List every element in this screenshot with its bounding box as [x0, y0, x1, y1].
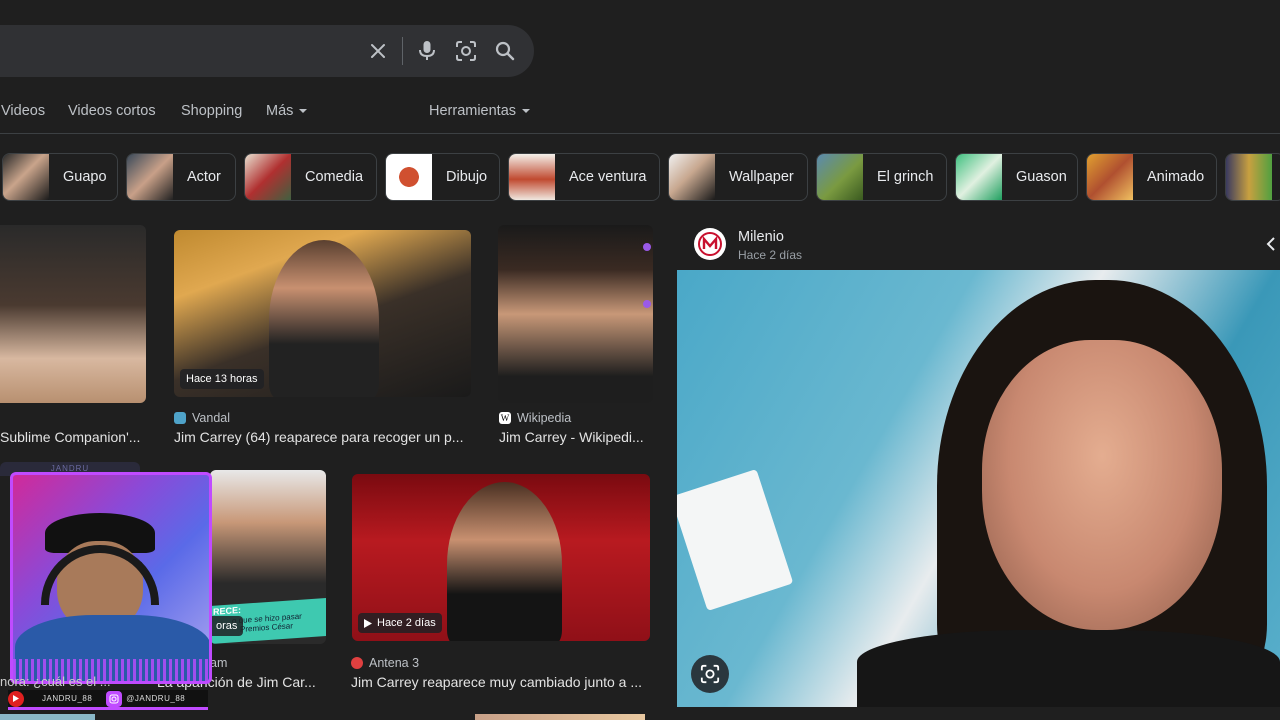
result-title[interactable]: Sublime Companion'... [0, 429, 150, 445]
chip-thumbnail [1226, 154, 1272, 200]
search-icon[interactable] [493, 39, 517, 63]
time-badge: Hace 13 horas [180, 369, 264, 389]
webcam-overlay: JANDRU nora: ¿cuál es el ... JANDRU_88 @… [0, 462, 215, 720]
chip-thumbnail [3, 154, 49, 200]
time-badge: Hace 2 días [358, 613, 442, 633]
chip-ace-ventura[interactable]: Ace ventura [508, 153, 660, 201]
time-badge: oras [210, 616, 244, 636]
chip-label: Animado [1147, 169, 1205, 185]
result-title[interactable]: Jim Carrey (64) reaparece para recoger u… [174, 429, 474, 445]
chip-thumbnail [956, 154, 1002, 200]
chevron-left-icon[interactable] [1266, 236, 1276, 257]
result-title[interactable]: Jim Carrey - Wikipedi... [499, 429, 659, 445]
purple-light [643, 300, 651, 308]
webcam-frame [10, 472, 212, 684]
result-image[interactable] [0, 225, 146, 403]
source-name: Vandal [192, 411, 230, 425]
lens-search-button[interactable] [691, 655, 729, 693]
tab-short-videos[interactable]: Videos cortos [68, 103, 156, 119]
mic-icon[interactable] [415, 39, 439, 63]
nav-divider [0, 133, 1280, 134]
tools-label: Herramientas [429, 103, 517, 119]
social-bar: JANDRU_88 @JANDRU_88 [8, 690, 208, 710]
wikipedia-favicon: W [499, 412, 511, 424]
result-title[interactable]: Jim Carrey reaparece muy cambiado junto … [351, 674, 651, 690]
source-name: Antena 3 [369, 656, 420, 670]
result-source[interactable]: Antena 3 [351, 656, 419, 670]
chip-label: Dibujo [446, 169, 488, 185]
ticker-bar: nora: ¿cuál es el ... [0, 674, 156, 690]
lens-icon[interactable] [454, 39, 478, 63]
result-image[interactable]: Hace 2 días [352, 474, 650, 641]
chip-label: Actor [187, 169, 221, 185]
chip-dibujo[interactable]: Dibujo [385, 153, 500, 201]
person-silhouette [269, 240, 379, 397]
chevron-down-icon [299, 109, 308, 114]
headphones [41, 545, 159, 605]
tab-more[interactable]: Más [266, 103, 308, 119]
tab-videos[interactable]: Videos [1, 103, 45, 119]
badge-text: oras [216, 620, 238, 632]
milenio-logo [694, 228, 726, 260]
chip-actor[interactable]: Actor [126, 153, 236, 201]
chevron-down-icon [522, 109, 531, 114]
chip-thumbnail [386, 154, 432, 200]
chip-label: Wallpaper [729, 169, 794, 185]
person-silhouette [447, 482, 562, 641]
panel-source[interactable]: Milenio [738, 229, 784, 245]
jacket [857, 630, 1280, 707]
chip-thumbnail [1087, 154, 1133, 200]
chip-label: Comedia [305, 169, 364, 185]
chip-label: Ace ventura [569, 169, 647, 185]
badge-text: Hace 13 horas [186, 373, 258, 385]
chip-thumbnail [817, 154, 863, 200]
instagram-icon [106, 690, 123, 707]
chip-thumbnail [509, 154, 555, 200]
chip-thumbnail [127, 154, 173, 200]
play-icon [364, 618, 372, 628]
chip-wallpaper[interactable]: Wallpaper [668, 153, 808, 201]
lens-icon [700, 664, 720, 684]
chip-thumbnail [245, 154, 291, 200]
result-image[interactable] [498, 225, 653, 403]
tab-more-label: Más [266, 103, 294, 119]
youtube-handle: JANDRU_88 [42, 694, 93, 703]
chip-guason[interactable]: Guason [955, 153, 1078, 201]
chip-label: Guason [1016, 169, 1067, 185]
result-image[interactable]: Hace 13 horas [174, 230, 471, 397]
result-image[interactable]: RECE: o que se hizo pasar Premios César … [210, 470, 326, 644]
panel-time: Hace 2 días [738, 248, 803, 262]
result-source[interactable]: Vandal [174, 411, 230, 425]
related-chips: Guapo Actor Comedia Dibujo Ace ventura W… [0, 153, 1280, 201]
preview-panel: Milenio Hace 2 días [677, 222, 1280, 720]
chip-partial[interactable] [1225, 153, 1280, 201]
chip-guapo[interactable]: Guapo [2, 153, 118, 201]
search-bar[interactable] [0, 25, 534, 77]
ticker-text: nora: ¿cuál es el ... [0, 674, 111, 689]
source-name: Wikipedia [517, 411, 572, 425]
chip-label: Guapo [63, 169, 107, 185]
preview-image[interactable] [677, 270, 1280, 707]
antena3-favicon [351, 657, 363, 669]
purple-light [643, 243, 651, 251]
tools-button[interactable]: Herramientas [429, 103, 531, 119]
partial-thumbnail[interactable] [475, 714, 645, 720]
result-source[interactable]: W Wikipedia [499, 411, 571, 425]
badge-text: Hace 2 días [377, 617, 436, 629]
search-divider [402, 37, 403, 65]
backdrop-shape [677, 469, 794, 611]
chip-thumbnail [669, 154, 715, 200]
instagram-handle: @JANDRU_88 [126, 694, 186, 703]
close-icon[interactable] [366, 39, 390, 63]
youtube-icon [8, 690, 24, 707]
chip-animado[interactable]: Animado [1086, 153, 1217, 201]
vandal-favicon [174, 412, 186, 424]
face [982, 340, 1222, 630]
tab-shopping[interactable]: Shopping [181, 103, 242, 119]
chip-comedia[interactable]: Comedia [244, 153, 377, 201]
chip-label: El grinch [877, 169, 934, 185]
chip-el-grinch[interactable]: El grinch [816, 153, 947, 201]
